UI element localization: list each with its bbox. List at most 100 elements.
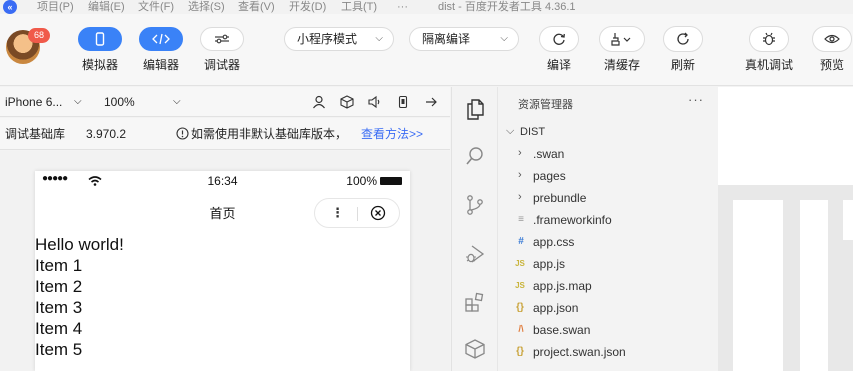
- window-title: dist - 百度开发者工具 4.36.1: [438, 1, 576, 13]
- simulator-button[interactable]: [78, 27, 122, 51]
- copy-device-icon[interactable]: [395, 94, 411, 110]
- refresh-label: 刷新: [670, 58, 695, 72]
- menu-develop[interactable]: 开发(D): [289, 0, 326, 14]
- tree-item-app-json[interactable]: {} app.json: [498, 297, 718, 319]
- activity-bar: [451, 87, 497, 371]
- base-library-notice: 如需使用非默认基础库版本，: [191, 127, 348, 141]
- editor-label: 编辑器: [142, 58, 179, 72]
- menu-project[interactable]: 项目(P): [37, 0, 74, 14]
- mode-select[interactable]: 小程序模式 ⌵: [284, 27, 394, 51]
- files-icon[interactable]: [463, 97, 487, 121]
- tree-item-app-js[interactable]: JS app.js: [498, 253, 718, 275]
- explorer-panel: 资源管理器 ··· ⌵ DIST › .swan › pages › prebu…: [497, 87, 717, 371]
- menu-select[interactable]: 选择(S): [188, 0, 225, 14]
- tree-item-label: app.json: [533, 301, 579, 315]
- status-bar: ●●●●● 16:34 100%: [35, 171, 410, 190]
- chevron-down-icon[interactable]: ⌵: [74, 87, 82, 117]
- debugger-button[interactable]: [200, 27, 244, 51]
- base-library-label: 调试基础库: [5, 127, 66, 141]
- speaker-icon[interactable]: [366, 94, 382, 110]
- info-icon: [176, 127, 189, 143]
- remote-debug-label: 真机调试: [744, 58, 793, 72]
- menu-edit[interactable]: 编辑(E): [88, 0, 125, 14]
- tree-root-label: DIST: [520, 126, 546, 138]
- more-icon[interactable]: ⋮: [331, 205, 344, 221]
- tree-item-label: base.swan: [533, 323, 591, 337]
- help-link[interactable]: 查看方法>>: [361, 118, 423, 150]
- extensions-icon[interactable]: [463, 290, 487, 314]
- tree-item-project-swan-json[interactable]: {} project.swan.json: [498, 341, 718, 363]
- editor-button[interactable]: [139, 27, 183, 51]
- capsule-divider: [357, 207, 358, 221]
- preview-button[interactable]: [812, 26, 852, 52]
- refresh-button[interactable]: [663, 26, 703, 52]
- list-item: Item 1: [35, 256, 83, 275]
- tree-item-label: app.css: [533, 235, 575, 249]
- tree-root[interactable]: ⌵ DIST: [498, 121, 718, 143]
- compile-select[interactable]: 隔离编译 ⌵: [409, 27, 519, 51]
- cube-icon[interactable]: [339, 94, 355, 110]
- js-file-icon: JS: [515, 281, 525, 290]
- nav-bar: 首页 ⋮: [35, 190, 410, 234]
- close-icon[interactable]: [370, 205, 386, 221]
- watermark-shape: [843, 200, 853, 240]
- watermark-shape: [800, 200, 828, 371]
- run-debug-icon[interactable]: [463, 242, 487, 266]
- list-item: Item 2: [35, 277, 83, 296]
- chevron-down-icon[interactable]: ⌵: [173, 87, 181, 117]
- json-file-icon: {}: [516, 302, 524, 313]
- phone-icon: [95, 32, 105, 46]
- notification-badge: 68: [28, 28, 50, 43]
- tree-item-base-swan[interactable]: ﾊ base.swan: [498, 319, 718, 341]
- tree-item-label: app.js: [533, 257, 566, 271]
- menu-view[interactable]: 查看(V): [238, 0, 275, 14]
- chevron-down-icon: ⌵: [506, 125, 515, 137]
- menu-bar: « 项目(P) 编辑(E) 文件(F) 选择(S) 查看(V) 开发(D) 工具…: [0, 0, 853, 14]
- page-content: Hello world! Item 1 Item 2 Item 3 Item 4…: [35, 234, 410, 360]
- compile-select-value: 隔离编译: [422, 32, 471, 46]
- menu-file[interactable]: 文件(F): [138, 0, 174, 14]
- toolbar: 68 模拟器 编辑器 调试器 小程序模式 ⌵ 隔离编译 ⌵ 编译 清缓存 刷新 …: [0, 14, 853, 86]
- refresh-cycle-icon: [553, 33, 565, 45]
- device-select[interactable]: iPhone 6...: [5, 87, 62, 117]
- phone-frame: ●●●●● 16:34 100% 首页 ⋮ Hello world! Item …: [35, 171, 410, 371]
- tree-item-pages-folder[interactable]: › pages: [498, 165, 718, 187]
- tree-item-swan-folder[interactable]: › .swan: [498, 143, 718, 165]
- device-bar: iPhone 6... ⌵ 100% ⌵: [0, 87, 450, 117]
- menu-tools[interactable]: 工具(T): [341, 0, 377, 14]
- tree-item-app-css[interactable]: # app.css: [498, 231, 718, 253]
- watermark-shape: [733, 200, 783, 371]
- user-icon[interactable]: [311, 94, 327, 110]
- menu-capsule: ⋮: [314, 198, 400, 228]
- tree-item-frameworkinfo[interactable]: ≡ .frameworkinfo: [498, 209, 718, 231]
- chevron-right-icon: ›: [518, 169, 522, 181]
- more-actions-icon[interactable]: ···: [688, 92, 704, 107]
- list-item: Item 3: [35, 298, 83, 317]
- tree-item-app-js-map[interactable]: JS app.js.map: [498, 275, 718, 297]
- clear-cache-label: 清缓存: [603, 58, 640, 72]
- zoom-select[interactable]: 100%: [104, 87, 135, 117]
- clear-cache-button[interactable]: [599, 26, 645, 52]
- arrow-right-icon[interactable]: [423, 94, 439, 110]
- source-control-icon[interactable]: [463, 193, 487, 217]
- package-icon[interactable]: [463, 337, 487, 361]
- rss-file-icon: ﾊ: [518, 324, 524, 335]
- explorer-header: 资源管理器: [518, 99, 573, 111]
- base-library-version[interactable]: 3.970.2: [86, 118, 126, 150]
- list-item: Item 5: [35, 340, 83, 359]
- refresh-icon: [677, 32, 689, 45]
- search-icon[interactable]: [463, 144, 487, 168]
- battery-text: 100%: [346, 174, 377, 188]
- preview-label: 预览: [819, 58, 844, 72]
- tree-item-label: .frameworkinfo: [533, 213, 612, 227]
- json-file-icon: {}: [516, 346, 524, 357]
- mode-select-value: 小程序模式: [297, 32, 358, 46]
- menu-more[interactable]: ···: [397, 0, 408, 14]
- text-file-icon: ≡: [518, 214, 524, 225]
- css-file-icon: #: [518, 236, 524, 247]
- compile-button[interactable]: [539, 26, 579, 52]
- hello-text: Hello world!: [35, 235, 124, 254]
- remote-debug-button[interactable]: [749, 26, 789, 52]
- tree-item-prebundle-folder[interactable]: › prebundle: [498, 187, 718, 209]
- simulator-area: ●●●●● 16:34 100% 首页 ⋮ Hello world! Item …: [0, 151, 450, 371]
